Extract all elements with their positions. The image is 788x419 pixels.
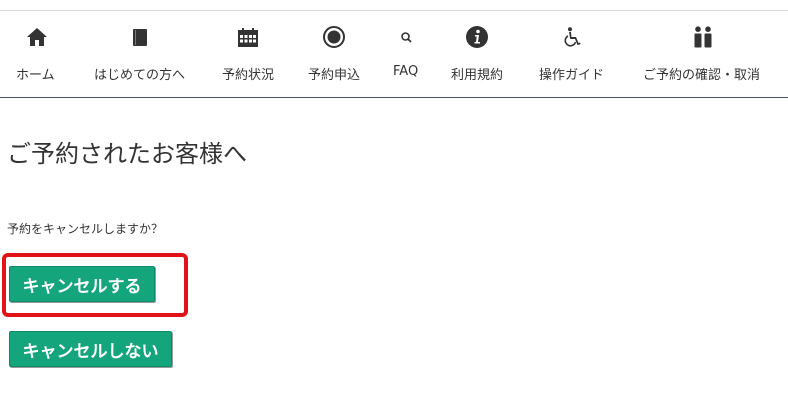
search-icon bbox=[394, 25, 418, 49]
nav-item-terms[interactable]: 利用規約 bbox=[451, 11, 503, 97]
nav-item-home[interactable]: ホーム bbox=[16, 11, 58, 97]
people-icon bbox=[691, 25, 715, 49]
nav-item-reservation-status[interactable]: 予約状況 bbox=[222, 11, 274, 97]
nav-label: 予約申込 bbox=[308, 68, 361, 83]
main-nav: ホーム はじめての方へ 予約状況 予約申込 FAQ 利用規約 操作ガイド ご予約… bbox=[0, 11, 788, 98]
wheelchair-icon bbox=[560, 25, 584, 49]
nav-label: ホーム bbox=[16, 68, 55, 83]
home-icon bbox=[25, 25, 49, 49]
calendar-icon bbox=[236, 25, 260, 49]
book-icon bbox=[128, 25, 152, 49]
cancel-question: 予約をキャンセルしますか？ bbox=[7, 222, 164, 236]
page-title: ご予約されたお客様へ bbox=[7, 140, 247, 168]
nav-label: はじめての方へ bbox=[94, 68, 186, 83]
keep-reservation-button[interactable]: キャンセルしない bbox=[9, 331, 172, 367]
nav-label: 操作ガイド bbox=[539, 68, 605, 83]
nav-item-confirm-cancel[interactable]: ご予約の確認・取消 bbox=[643, 11, 763, 97]
nav-item-beginners[interactable]: はじめての方へ bbox=[94, 11, 186, 97]
nav-item-faq[interactable]: FAQ bbox=[393, 11, 419, 97]
cancel-reservation-button[interactable]: キャンセルする bbox=[9, 266, 155, 302]
nav-item-guide[interactable]: 操作ガイド bbox=[539, 11, 605, 97]
nav-label: 予約状況 bbox=[222, 68, 275, 83]
page: ホーム はじめての方へ 予約状況 予約申込 FAQ 利用規約 操作ガイド ご予約… bbox=[0, 0, 788, 419]
info-icon bbox=[465, 25, 489, 49]
nav-item-reservation-apply[interactable]: 予約申込 bbox=[308, 11, 360, 97]
nav-label: 利用規約 bbox=[451, 68, 504, 83]
nav-label: ご予約の確認・取消 bbox=[643, 68, 761, 83]
radio-icon bbox=[322, 25, 346, 49]
nav-label: FAQ bbox=[393, 64, 419, 79]
